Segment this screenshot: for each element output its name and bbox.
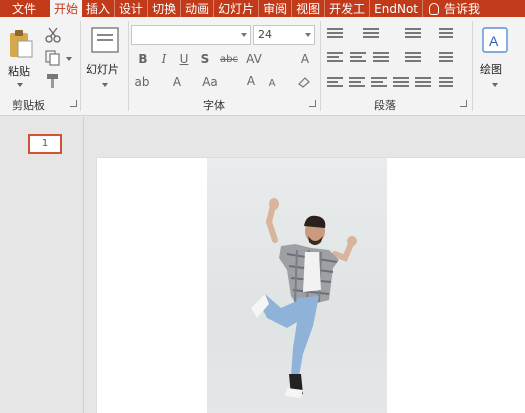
font-size-combobox[interactable]: 24 (253, 25, 315, 45)
lightbulb-icon (428, 2, 439, 15)
jumping-man-photo (251, 198, 357, 398)
paragraph-dialog-launcher-icon[interactable] (460, 100, 467, 107)
tab-transitions[interactable]: 切换 (148, 0, 182, 17)
tab-file-label: 文件 (12, 1, 37, 16)
shapes-icon: A (482, 27, 508, 53)
font-color-button[interactable]: A (171, 75, 183, 89)
italic-button[interactable]: I (158, 52, 170, 66)
drawing-label: 绘图 (480, 63, 502, 76)
increase-font-size-button[interactable]: A (244, 74, 258, 88)
text-direction-icon[interactable] (439, 27, 455, 39)
tab-animations[interactable]: 动画 (181, 0, 215, 17)
bullets-icon[interactable] (327, 27, 343, 39)
clipboard-paste-icon (10, 30, 33, 58)
clipboard-dialog-launcher-icon[interactable] (70, 100, 77, 107)
tab-transitions-label: 切换 (152, 1, 177, 16)
clipboard-group-label: 剪贴板 (12, 99, 45, 112)
new-slide-button[interactable]: 幻灯片 (84, 25, 126, 95)
decrease-indent-icon[interactable] (327, 51, 343, 63)
tab-animations-label: 动画 (185, 1, 210, 16)
slide-thumbnail-pane[interactable] (0, 117, 84, 413)
format-painter-icon[interactable] (45, 73, 61, 89)
tab-slideshow[interactable]: 幻灯片 (214, 0, 260, 17)
group-separator (320, 21, 321, 111)
justify-icon[interactable] (393, 76, 409, 88)
tell-me-box[interactable]: 告诉我 (423, 0, 484, 17)
text-shadow-button[interactable]: S (199, 52, 211, 66)
tab-view-label: 视图 (296, 1, 321, 16)
paste-button[interactable]: 粘贴 (6, 25, 36, 95)
paragraph-group-label: 段落 (374, 99, 396, 112)
slide-thumbnail[interactable]: 1 (28, 134, 62, 154)
numbering-icon[interactable] (363, 27, 379, 39)
tab-developer-label: 开发工 (329, 1, 366, 16)
group-separator (128, 21, 129, 111)
clear-formatting-button[interactable]: A (298, 52, 312, 66)
tab-design[interactable]: 设计 (115, 0, 149, 17)
align-right-icon[interactable] (371, 76, 387, 88)
slide-photo[interactable] (207, 158, 387, 413)
chevron-down-icon (241, 33, 247, 37)
new-slide-label: 幻灯片 (86, 63, 119, 76)
new-slide-dropdown-icon (102, 83, 108, 87)
align-left-icon[interactable] (327, 76, 343, 88)
paste-label: 粘贴 (8, 65, 30, 78)
tab-developer[interactable]: 开发工 (325, 0, 371, 17)
font-size-value: 24 (258, 28, 272, 41)
distributed-icon[interactable] (415, 76, 431, 88)
tell-me-label: 告诉我 (443, 1, 480, 16)
tab-design-label: 设计 (119, 1, 144, 16)
tab-home-label: 开始 (54, 1, 79, 16)
tab-endnote-label: EndNot (374, 1, 418, 16)
slide-number: 1 (41, 138, 49, 149)
paste-dropdown-icon (17, 83, 23, 87)
font-name-combobox[interactable] (131, 25, 251, 45)
align-center-icon[interactable] (349, 76, 365, 88)
line-spacing-icon[interactable] (405, 27, 421, 39)
convert-to-smartart-icon[interactable] (439, 51, 455, 63)
change-case-button[interactable]: Aa (201, 75, 219, 89)
bold-button[interactable]: B (137, 52, 149, 66)
tab-insert[interactable]: 插入 (82, 0, 116, 17)
strikethrough-button[interactable]: abc (219, 53, 239, 67)
highlight-icon[interactable]: ab (134, 75, 150, 89)
chevron-down-icon (305, 33, 311, 37)
copy-icon[interactable] (45, 50, 61, 66)
svg-text:A: A (489, 33, 499, 49)
ribbon: 粘贴 剪贴板 幻灯片 24 B I U S abc AV A ab A Aa A… (0, 17, 525, 116)
ribbon-tab-bar: 文件 开始 插入 设计 切换 动画 幻灯片 审阅 视图 开发工 EndNot 告… (0, 0, 525, 17)
font-dialog-launcher-icon[interactable] (309, 100, 316, 107)
eraser-icon[interactable] (297, 76, 311, 88)
font-group-label: 字体 (203, 99, 225, 112)
group-separator (80, 21, 81, 111)
cut-icon[interactable] (45, 27, 61, 43)
tab-review-label: 审阅 (263, 1, 288, 16)
tab-endnote[interactable]: EndNot (370, 0, 423, 17)
tab-review[interactable]: 审阅 (259, 0, 293, 17)
tab-home[interactable]: 开始 (50, 0, 83, 17)
new-slide-icon (91, 27, 119, 53)
tab-insert-label: 插入 (86, 1, 111, 16)
align-text-icon[interactable] (405, 51, 421, 63)
group-separator (472, 21, 473, 111)
drawing-button[interactable]: A 绘图 (476, 25, 516, 95)
increase-indent-icon[interactable] (350, 51, 366, 63)
column-layout-icon[interactable] (439, 76, 455, 88)
drawing-dropdown-icon (492, 83, 498, 87)
copy-dropdown-icon[interactable] (66, 57, 72, 61)
columns-icon[interactable] (373, 51, 389, 63)
underline-button[interactable]: U (178, 52, 190, 66)
tab-view[interactable]: 视图 (292, 0, 326, 17)
tab-slideshow-label: 幻灯片 (218, 1, 255, 16)
character-spacing-button[interactable]: AV (246, 52, 262, 66)
tab-file[interactable]: 文件 (0, 0, 50, 17)
decrease-font-size-button[interactable]: A (266, 77, 278, 91)
